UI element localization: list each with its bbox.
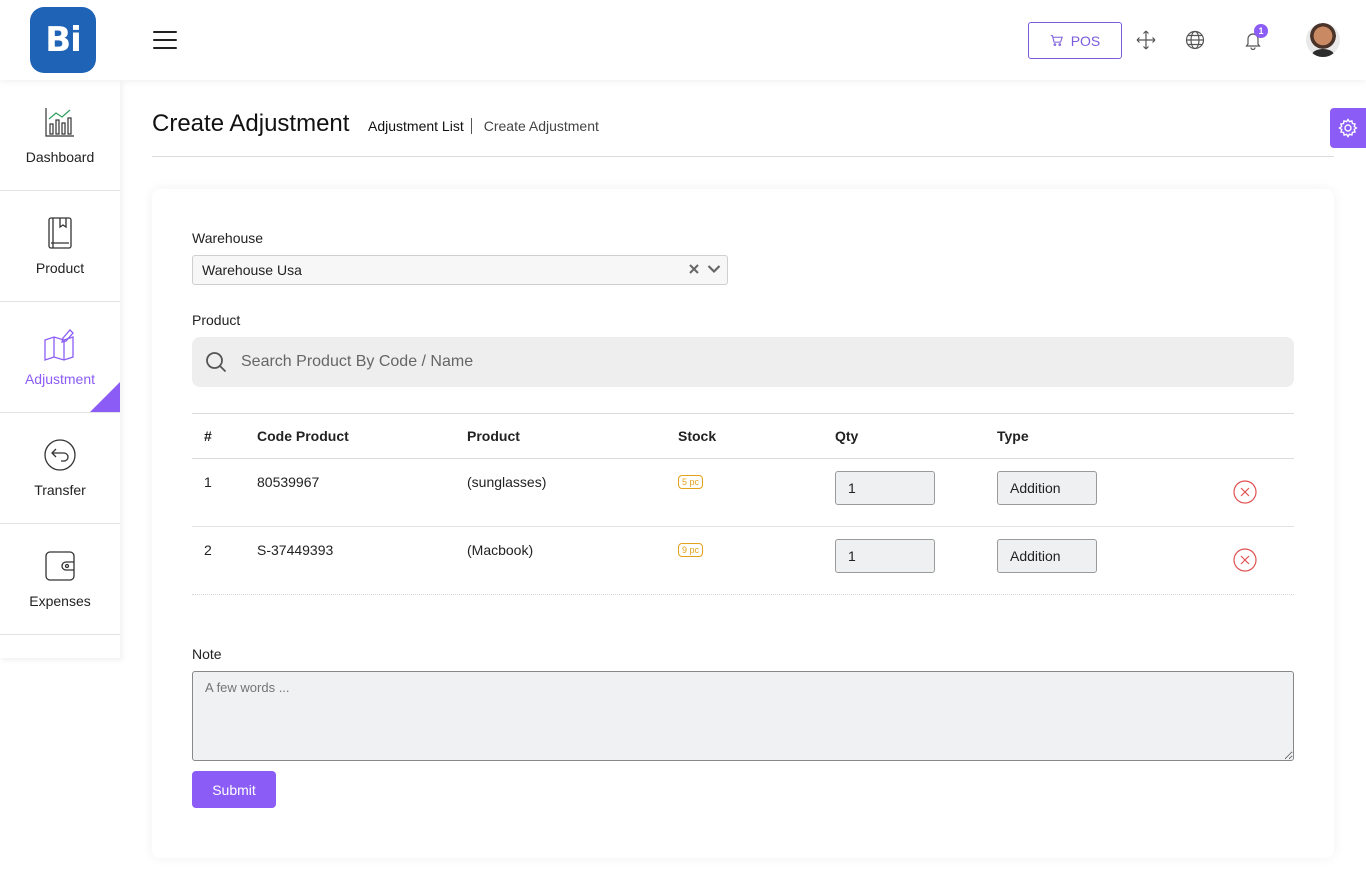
warehouse-value: Warehouse Usa — [202, 262, 302, 278]
top-bar: Bi POS 1 — [0, 0, 1366, 80]
avatar[interactable] — [1306, 23, 1340, 57]
notification-badge: 1 — [1254, 24, 1268, 38]
table-row: 2 S-37449393 (Macbook) 9 pc 1 Addition — [192, 527, 1294, 595]
note-textarea[interactable] — [192, 671, 1294, 761]
pos-label: POS — [1070, 32, 1101, 49]
column-header: Product — [467, 428, 520, 444]
cart-icon — [1050, 35, 1063, 46]
arrow-back-icon — [44, 439, 76, 471]
type-select[interactable]: Addition — [997, 471, 1097, 505]
sidebar-item-expenses[interactable]: Expenses — [0, 524, 120, 635]
close-circle-icon — [1233, 480, 1257, 504]
sidebar-item-label: Adjustment — [24, 371, 96, 387]
sidebar-item-adjustment[interactable]: Adjustment — [0, 302, 120, 413]
sidebar-item-label: Expenses — [29, 593, 91, 609]
table-header: # Code Product Product Stock Qty Type — [192, 413, 1294, 459]
page-title: Create Adjustment — [152, 110, 350, 137]
gear-icon — [1338, 118, 1358, 138]
logo[interactable]: Bi — [30, 7, 96, 73]
column-header: Code Product — [257, 428, 349, 444]
warehouse-label: Warehouse — [192, 230, 264, 246]
type-select[interactable]: Addition — [997, 539, 1097, 573]
remove-row-button[interactable] — [1233, 548, 1257, 572]
bell-icon[interactable]: 1 — [1241, 24, 1268, 52]
adjustment-form-card: Warehouse Warehouse Usa Product # Code P… — [152, 189, 1334, 858]
table-row: 1 80539967 (sunglasses) 5 pc 1 Addition — [192, 459, 1294, 527]
breadcrumb-current: Create Adjustment — [483, 118, 599, 134]
close-circle-icon — [1233, 548, 1257, 572]
warehouse-select[interactable]: Warehouse Usa — [192, 255, 728, 285]
column-header: Stock — [678, 428, 717, 444]
clear-icon[interactable] — [687, 262, 701, 276]
sidebar-item-dashboard[interactable]: Dashboard — [0, 80, 120, 191]
map-pencil-icon — [44, 329, 74, 361]
chevron-down-icon[interactable] — [707, 262, 721, 276]
row-index: 1 — [204, 474, 212, 490]
search-icon — [206, 352, 227, 373]
remove-row-button[interactable] — [1233, 480, 1257, 504]
product-name: (sunglasses) — [467, 474, 547, 490]
stock-badge: 9 pc — [678, 543, 704, 557]
pos-button[interactable]: POS — [1028, 22, 1122, 59]
product-code: 80539967 — [257, 474, 320, 490]
qty-input[interactable]: 1 — [835, 471, 935, 505]
breadcrumb-separator — [470, 118, 472, 134]
column-header: Qty — [835, 428, 859, 444]
breadcrumb-link[interactable]: Adjustment List — [368, 118, 464, 134]
sidebar-item-product[interactable]: Product — [0, 191, 120, 302]
adjustment-table: # Code Product Product Stock Qty Type 1 … — [192, 413, 1294, 595]
column-header: # — [204, 428, 212, 444]
product-code: S-37449393 — [257, 542, 334, 558]
menu-icon[interactable] — [153, 31, 177, 49]
row-index: 2 — [204, 542, 212, 558]
wallet-icon — [45, 551, 75, 581]
settings-gear-button[interactable] — [1330, 108, 1366, 148]
chart-icon — [45, 108, 74, 137]
sidebar-item-transfer[interactable]: Transfer — [0, 413, 120, 524]
sidebar-item-label: Product — [35, 260, 85, 276]
note-label: Note — [192, 646, 222, 662]
globe-icon[interactable] — [1183, 28, 1207, 52]
breadcrumb: Adjustment List Create Adjustment — [368, 118, 599, 134]
search-input[interactable] — [192, 337, 1294, 387]
sidebar: Dashboard Product Adjustment Transfer Ex… — [0, 80, 120, 658]
sidebar-item-label: Transfer — [34, 482, 86, 498]
product-label: Product — [192, 312, 241, 328]
product-search — [192, 337, 1294, 387]
product-name: (Macbook) — [467, 542, 534, 558]
stock-badge: 5 pc — [678, 475, 704, 489]
fullscreen-icon[interactable] — [1134, 28, 1158, 52]
submit-button[interactable]: Submit — [192, 771, 276, 808]
active-indicator — [90, 382, 120, 412]
qty-input[interactable]: 1 — [835, 539, 935, 573]
column-header: Type — [997, 428, 1029, 444]
book-icon — [48, 217, 72, 249]
sidebar-item-label: Dashboard — [25, 149, 95, 165]
divider — [152, 156, 1334, 157]
